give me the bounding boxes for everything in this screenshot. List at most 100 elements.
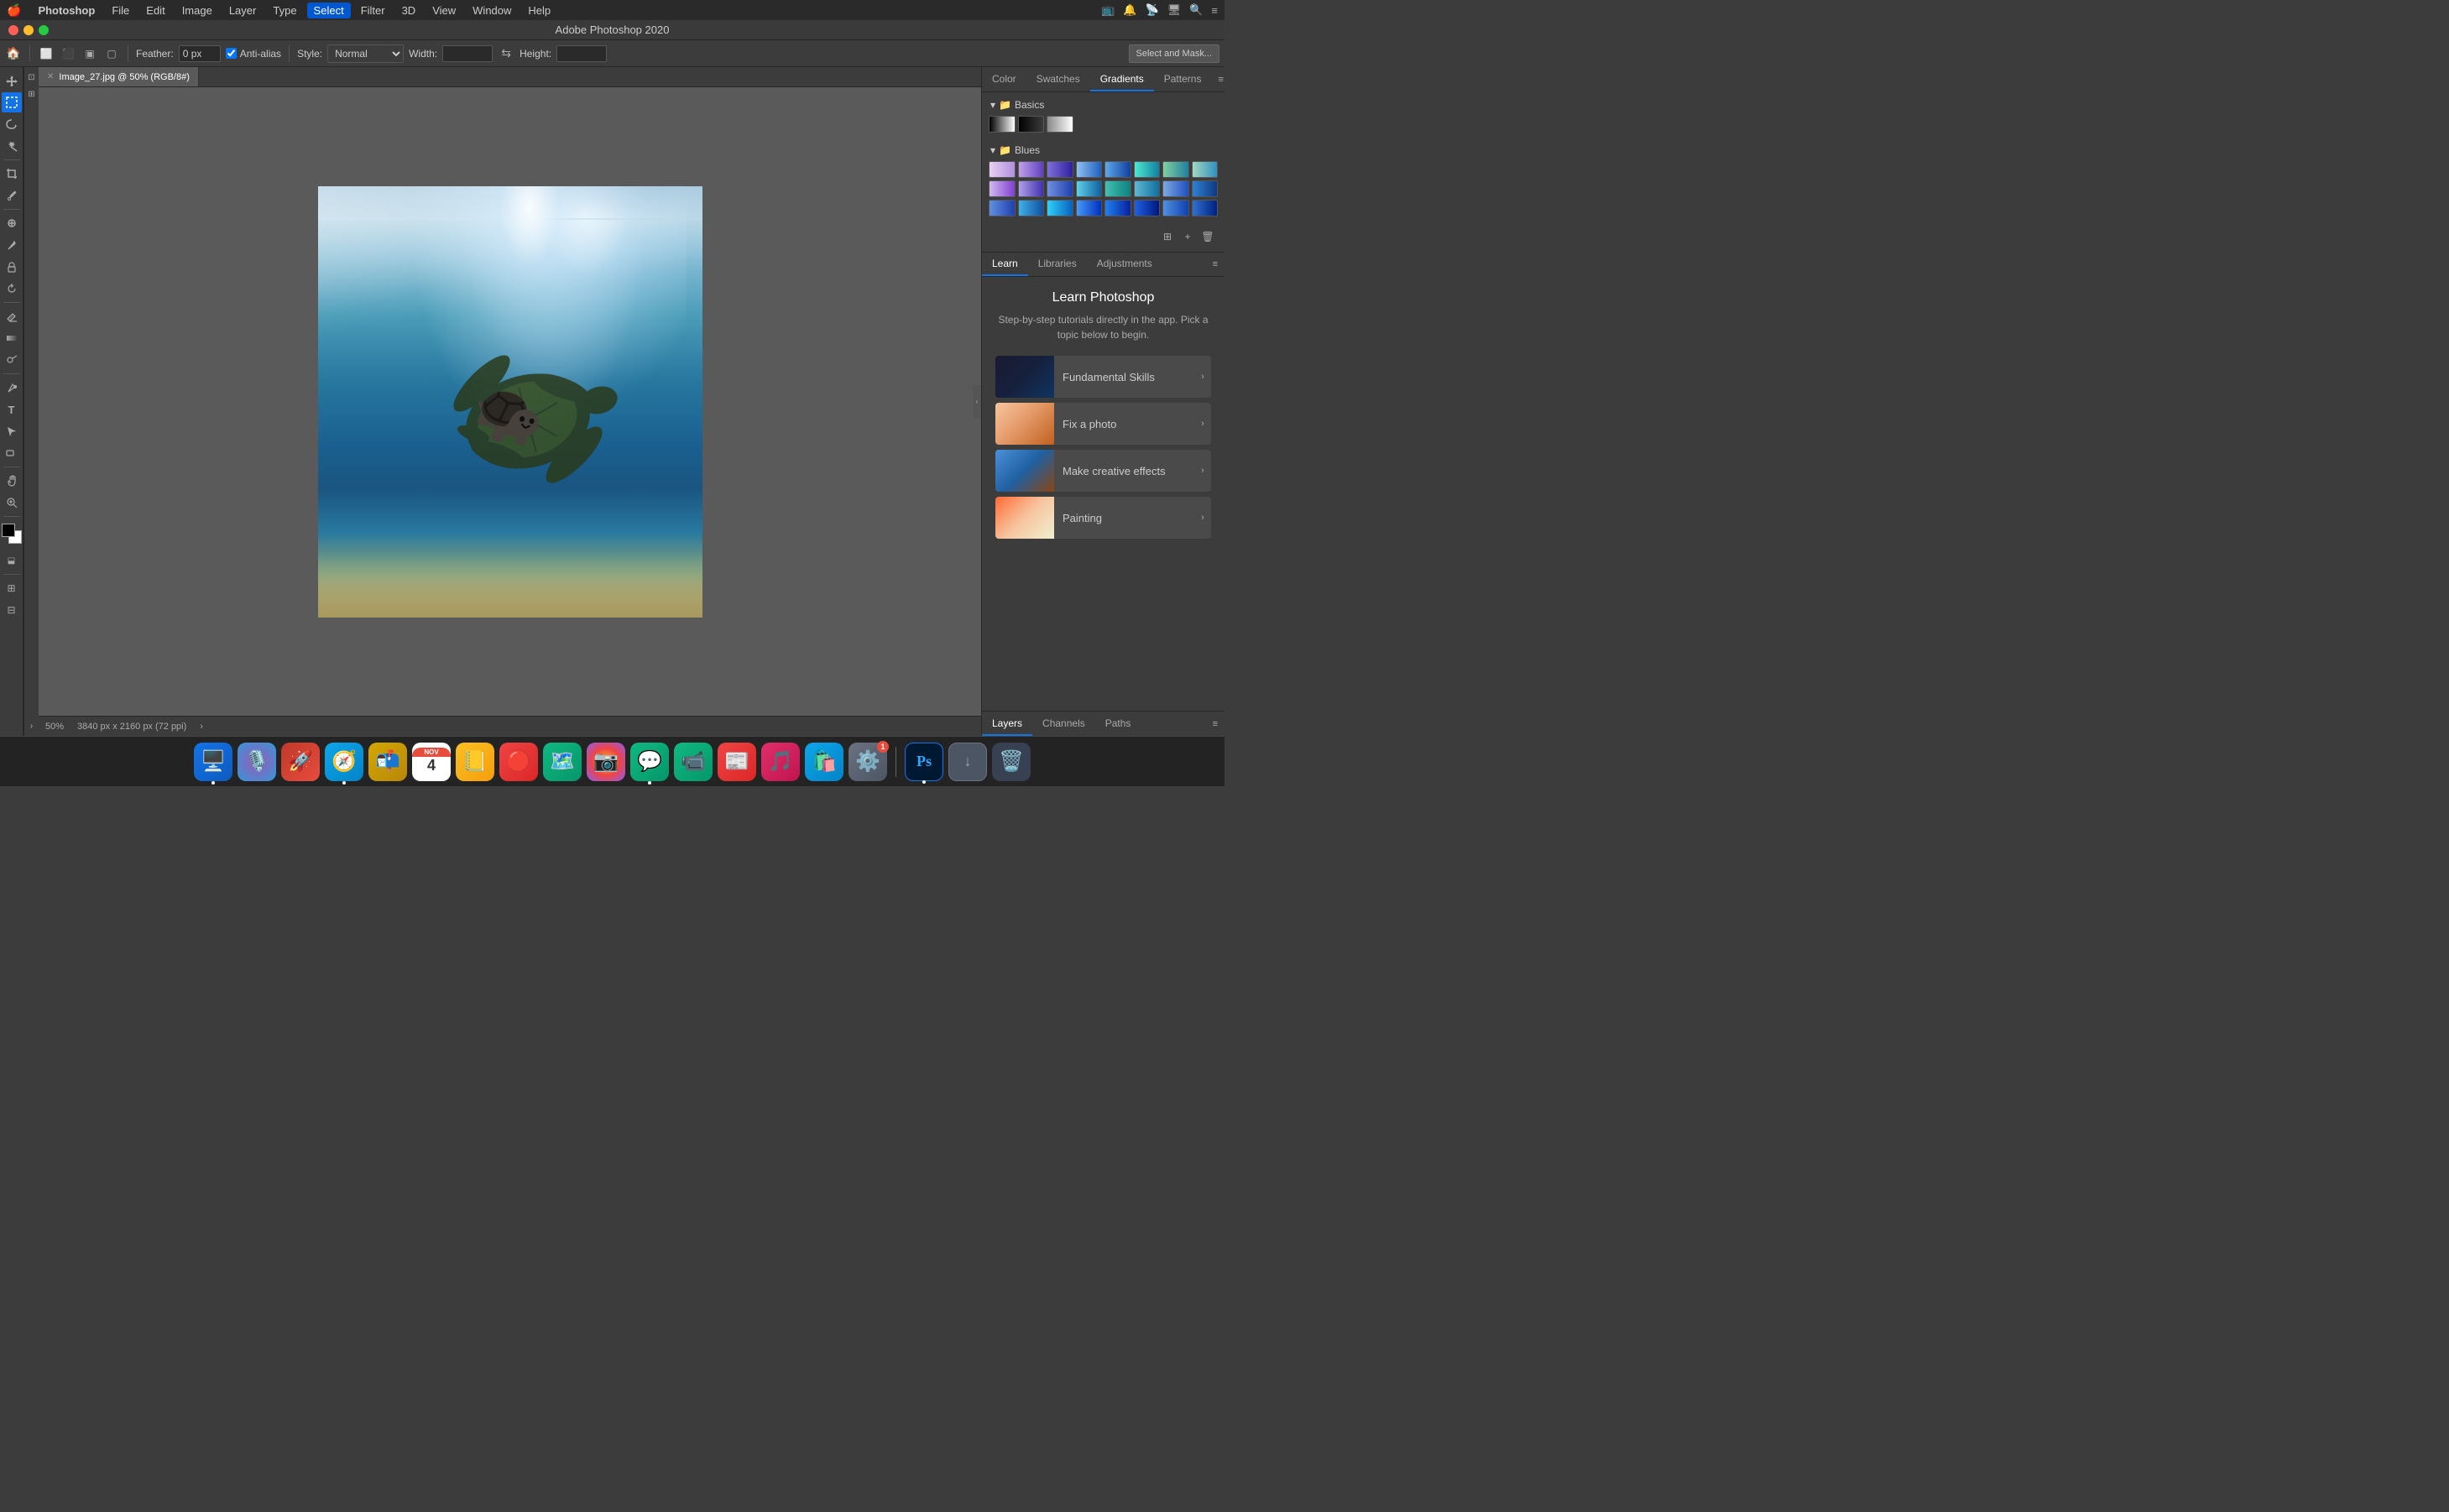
dock-calendar[interactable]: NOV 4 xyxy=(412,743,451,781)
menu-type[interactable]: Type xyxy=(266,3,303,18)
panel-new-icon[interactable]: + xyxy=(1179,228,1196,245)
type-tool[interactable]: T xyxy=(2,399,22,420)
gradient-swatch-blue-13[interactable] xyxy=(1134,180,1161,197)
menu-edit[interactable]: Edit xyxy=(139,3,171,18)
dock-safari[interactable]: 🧭 xyxy=(325,743,363,781)
panel-collapse-button[interactable]: ‹ xyxy=(973,385,981,419)
apple-menu[interactable]: 🍎 xyxy=(7,3,21,18)
dock-siri[interactable]: 🎙️ xyxy=(238,743,276,781)
blues-header[interactable]: ▾ 📁 Blues xyxy=(987,143,1219,158)
quick-mask-tool[interactable]: ⬓ xyxy=(2,550,22,571)
eyedropper-tool[interactable] xyxy=(2,185,22,206)
shape-tool[interactable] xyxy=(2,443,22,463)
minimize-button[interactable] xyxy=(23,25,34,35)
menu-select[interactable]: Select xyxy=(307,3,351,18)
panel-delete-icon[interactable]: 🗑 xyxy=(1199,228,1216,245)
feather-input[interactable] xyxy=(179,45,221,62)
gradient-swatch-blue-18[interactable] xyxy=(1047,200,1073,216)
doc-tab-close-icon[interactable]: ✕ xyxy=(47,72,54,81)
move-tool[interactable] xyxy=(2,70,22,91)
gradient-tool[interactable] xyxy=(2,328,22,348)
document-tab[interactable]: ✕ Image_27.jpg @ 50% (RGB/8#) xyxy=(39,67,199,86)
bottom-options-icon[interactable]: ≡ xyxy=(1206,712,1224,736)
dock-sysprefs[interactable]: ⚙️ 1 xyxy=(849,743,887,781)
menu-help[interactable]: Help xyxy=(521,3,557,18)
gradient-swatch-blue-6[interactable] xyxy=(1162,161,1189,178)
marquee-rect-icon[interactable]: ⬜ xyxy=(38,45,55,62)
brush-tool[interactable] xyxy=(2,235,22,255)
eraser-tool[interactable] xyxy=(2,306,22,326)
pen-tool[interactable] xyxy=(2,378,22,398)
gradient-swatch-blue-21[interactable] xyxy=(1134,200,1161,216)
dodge-tool[interactable] xyxy=(2,350,22,370)
close-button[interactable] xyxy=(8,25,18,35)
menu-file[interactable]: File xyxy=(105,3,136,18)
menu-view[interactable]: View xyxy=(426,3,462,18)
select-and-mask-button[interactable]: Select and Mask... xyxy=(1129,44,1220,63)
home-icon[interactable]: 🏠 xyxy=(5,45,22,62)
lasso-tool[interactable] xyxy=(2,114,22,134)
dock-finder[interactable]: 🖥️ xyxy=(194,743,232,781)
dock-messages[interactable]: 💬 xyxy=(630,743,669,781)
dock-photos[interactable]: 📷 xyxy=(587,743,625,781)
gradient-swatch-blue-15[interactable] xyxy=(1192,180,1219,197)
status-arrow[interactable]: › xyxy=(200,722,203,732)
gradient-swatch-blue-1[interactable] xyxy=(1018,161,1045,178)
marquee-overlap-icon[interactable]: ⬛ xyxy=(60,45,76,62)
gradient-swatch-blue-10[interactable] xyxy=(1047,180,1073,197)
gradient-swatch-blue-9[interactable] xyxy=(1018,180,1045,197)
gradient-swatch-blue-11[interactable] xyxy=(1076,180,1103,197)
gradient-swatch-blue-12[interactable] xyxy=(1104,180,1131,197)
basics-header[interactable]: ▾ 📁 Basics xyxy=(987,97,1219,112)
mini-icon-1[interactable]: ⊡ xyxy=(25,70,39,84)
maximize-button[interactable] xyxy=(39,25,49,35)
tab-adjustments[interactable]: Adjustments xyxy=(1087,253,1162,276)
dock-music[interactable]: 🎵 xyxy=(761,743,800,781)
tab-color[interactable]: Color xyxy=(982,67,1026,91)
gradient-swatch-blue-5[interactable] xyxy=(1134,161,1161,178)
foreground-color[interactable] xyxy=(2,524,15,537)
learn-item-fix-photo[interactable]: Fix a photo › xyxy=(995,403,1211,445)
search-icon[interactable]: 🔍 xyxy=(1189,3,1203,17)
healing-tool[interactable] xyxy=(2,213,22,233)
style-select[interactable]: Normal Fixed Ratio Fixed Size xyxy=(327,44,404,63)
gradient-swatch[interactable] xyxy=(989,116,1016,133)
gradient-swatch-blue-4[interactable] xyxy=(1104,161,1131,178)
tab-learn[interactable]: Learn xyxy=(982,253,1028,276)
dock-notes[interactable]: 📒 xyxy=(456,743,494,781)
gradient-swatch[interactable] xyxy=(1018,116,1045,133)
menu-photoshop[interactable]: Photoshop xyxy=(31,3,102,18)
learn-item-painting[interactable]: Painting › xyxy=(995,497,1211,539)
learn-options-icon[interactable]: ≡ xyxy=(1206,253,1224,276)
gradient-swatch-blue-2[interactable] xyxy=(1047,161,1073,178)
tab-paths[interactable]: Paths xyxy=(1095,712,1141,736)
magic-wand-tool[interactable] xyxy=(2,136,22,156)
anti-alias-checkbox[interactable] xyxy=(226,48,237,59)
panel-options-icon[interactable]: ≡ xyxy=(1211,67,1224,91)
dock-maps[interactable]: 🗺️ xyxy=(543,743,582,781)
dock-downloads[interactable]: ↓ xyxy=(948,743,987,781)
gradient-swatch-blue-22[interactable] xyxy=(1162,200,1189,216)
height-input[interactable] xyxy=(556,45,607,62)
dock-reminders[interactable]: 🔴 xyxy=(499,743,538,781)
path-select-tool[interactable] xyxy=(2,421,22,441)
menu-extras-icon[interactable]: ≡ xyxy=(1211,4,1218,17)
color-swatches[interactable] xyxy=(2,524,22,544)
tab-swatches[interactable]: Swatches xyxy=(1026,67,1090,91)
mini-icon-2[interactable]: ⊞ xyxy=(25,87,39,101)
menu-image[interactable]: Image xyxy=(175,3,219,18)
gradient-swatch-blue-16[interactable] xyxy=(989,200,1016,216)
menu-3d[interactable]: 3D xyxy=(395,3,423,18)
gradient-swatch-blue-20[interactable] xyxy=(1104,200,1131,216)
learn-item-creative-effects[interactable]: Make creative effects › xyxy=(995,450,1211,492)
canvas-container[interactable]: ‹ xyxy=(39,87,981,716)
menu-filter[interactable]: Filter xyxy=(354,3,392,18)
swap-icon[interactable]: ⇆ xyxy=(498,45,514,62)
marquee-subtract-icon[interactable]: ▢ xyxy=(103,45,120,62)
marquee-add-icon[interactable]: ▣ xyxy=(81,45,98,62)
learn-item-fundamental[interactable]: Fundamental Skills › xyxy=(995,356,1211,398)
dock-appstore[interactable]: 🛍️ xyxy=(805,743,843,781)
gradient-swatch-blue-7[interactable] xyxy=(1192,161,1219,178)
screen-mode-tool[interactable]: ⊞ xyxy=(2,578,22,598)
dock-news[interactable]: 📰 xyxy=(718,743,756,781)
